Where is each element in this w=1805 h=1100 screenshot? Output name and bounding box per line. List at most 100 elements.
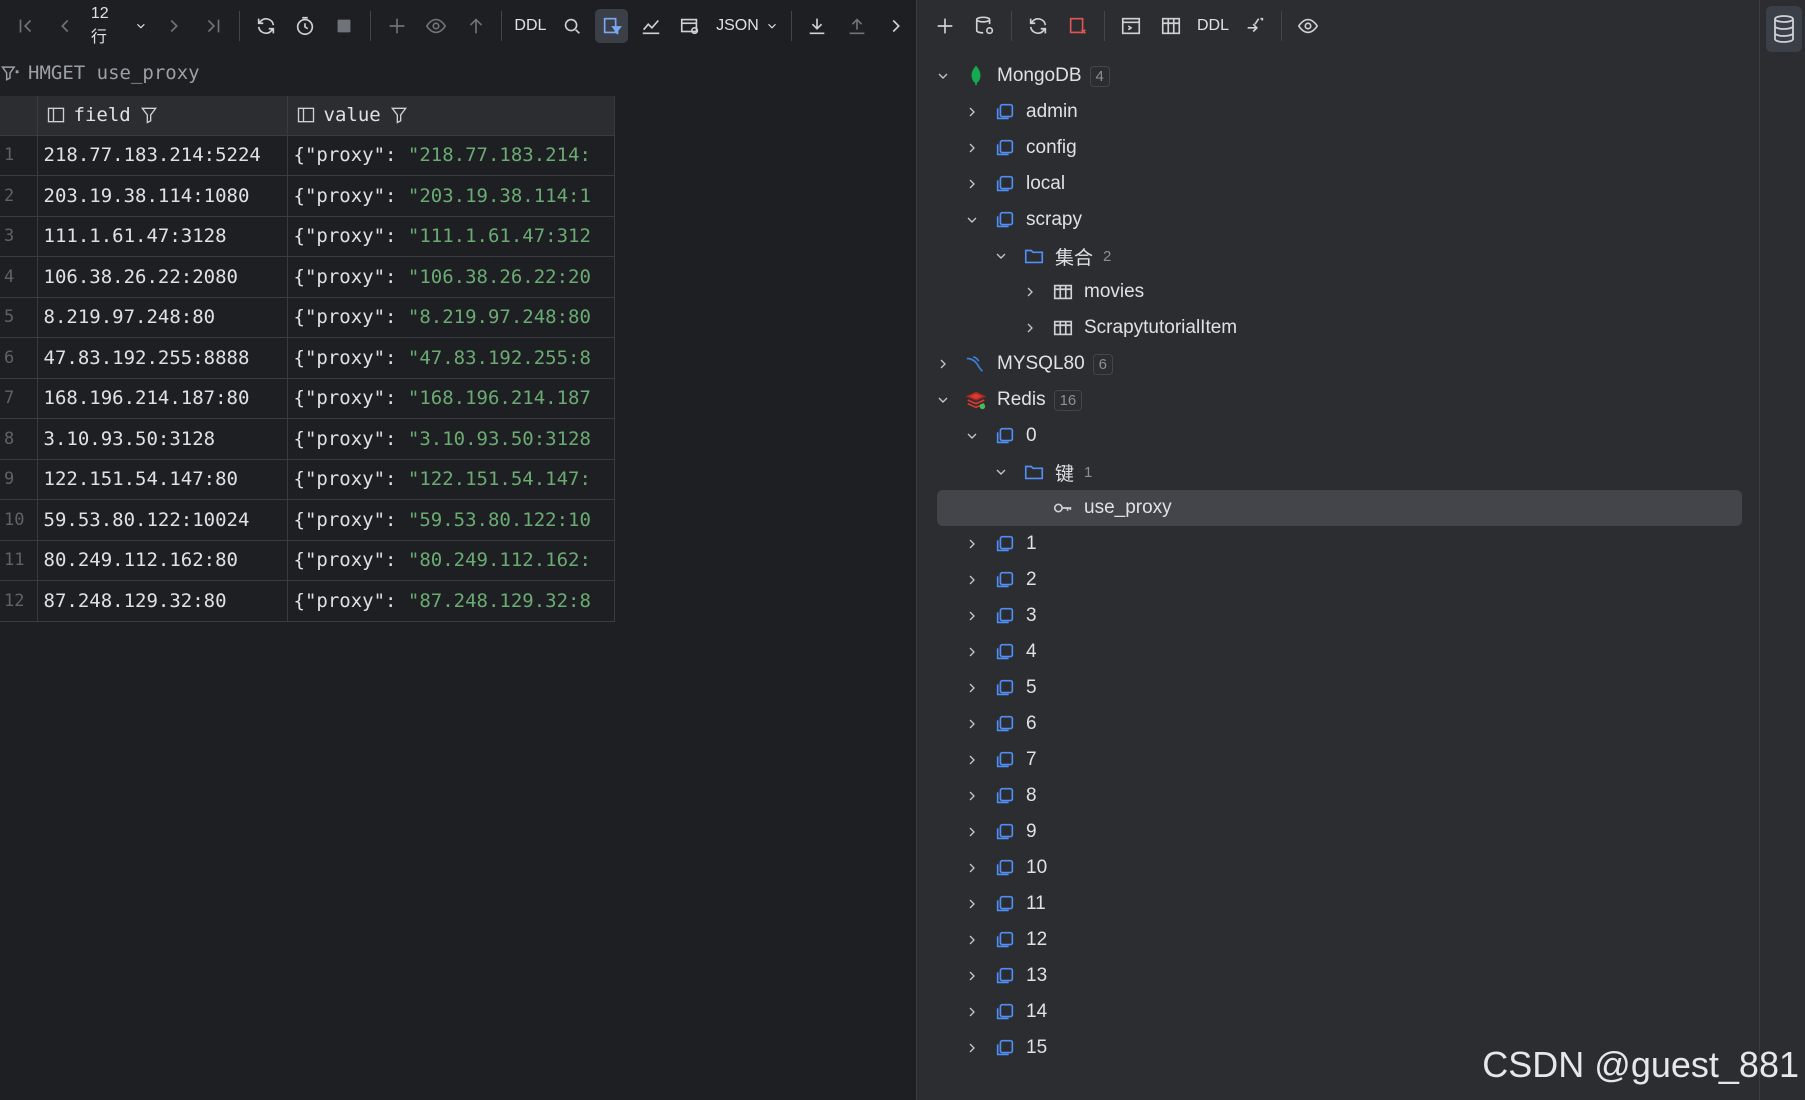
field-cell[interactable]: 87.248.129.32:80: [37, 580, 288, 622]
chevron-right-icon[interactable]: [964, 968, 980, 984]
chevron-right-icon[interactable]: [964, 140, 980, 156]
tree-node[interactable]: ScrapytutorialItem: [917, 310, 1760, 346]
tree-node[interactable]: 9: [917, 814, 1760, 850]
table-row[interactable]: 1 218.77.183.214:5224 {"proxy": "218.77.18…: [0, 135, 615, 176]
refresh-button[interactable]: [1021, 9, 1055, 43]
chart-button[interactable]: [634, 9, 667, 43]
chevron-down-icon[interactable]: [935, 392, 951, 408]
ddl-button[interactable]: DDL: [1191, 9, 1235, 43]
value-cell[interactable]: {"proxy": "122.151.54.147:: [287, 459, 615, 500]
field-cell[interactable]: 168.196.214.187:80: [37, 378, 288, 419]
chevron-down-icon[interactable]: [935, 68, 951, 84]
tree-node[interactable]: 1: [917, 526, 1760, 562]
next-page-button[interactable]: [157, 9, 190, 43]
chevron-right-icon[interactable]: [964, 860, 980, 876]
tree-node[interactable]: MYSQL80 6: [917, 346, 1760, 382]
chevron-down-icon[interactable]: [964, 212, 980, 228]
tree-node[interactable]: 13: [917, 958, 1760, 994]
history-button[interactable]: [288, 9, 321, 43]
search-button[interactable]: [555, 9, 588, 43]
chevron-down-icon[interactable]: [993, 248, 1009, 264]
chevron-right-icon[interactable]: [964, 572, 980, 588]
tree-node[interactable]: 12: [917, 922, 1760, 958]
table-row[interactable]: 10 59.53.80.122:10024 {"proxy": "59.53.80.…: [0, 499, 615, 541]
export-button[interactable]: [840, 9, 873, 43]
stop-button[interactable]: [328, 9, 361, 43]
table-row[interactable]: 7 168.196.214.187:80 {"proxy": "168.196.21…: [0, 378, 615, 419]
data-source-properties-button[interactable]: [968, 9, 1002, 43]
tree-node[interactable]: 8: [917, 778, 1760, 814]
value-cell[interactable]: {"proxy": "8.219.97.248:80: [287, 297, 615, 338]
chevron-right-icon[interactable]: [964, 932, 980, 948]
field-cell[interactable]: 47.83.192.255:8888: [37, 337, 288, 379]
field-cell[interactable]: 203.19.38.114:1080: [37, 175, 288, 217]
chevron-right-icon[interactable]: [964, 104, 980, 120]
table-row[interactable]: 2 203.19.38.114:1080 {"proxy": "203.19.38.…: [0, 175, 615, 217]
jump-button[interactable]: [1238, 9, 1272, 43]
field-cell[interactable]: 59.53.80.122:10024: [37, 499, 288, 541]
chevron-right-icon[interactable]: [964, 824, 980, 840]
tree-node[interactable]: 5: [917, 670, 1760, 706]
table-row[interactable]: 9 122.151.54.147:80 {"proxy": "122.151.54.…: [0, 459, 615, 500]
database-tool-button[interactable]: [1766, 6, 1802, 52]
field-cell[interactable]: 3.10.93.50:3128: [37, 418, 288, 460]
chevron-right-icon[interactable]: [964, 680, 980, 696]
field-cell[interactable]: 218.77.183.214:5224: [37, 135, 288, 176]
table-row[interactable]: 6 47.83.192.255:8888 {"proxy": "47.83.192.…: [0, 337, 615, 379]
field-cell[interactable]: 8.219.97.248:80: [37, 297, 288, 338]
chevron-right-icon[interactable]: [964, 1004, 980, 1020]
field-cell[interactable]: 122.151.54.147:80: [37, 459, 288, 500]
tree-node[interactable]: 集合 2: [917, 238, 1760, 274]
table-row[interactable]: 12 87.248.129.32:80 {"proxy": "87.248.129.…: [0, 580, 615, 622]
tree-node[interactable]: 键1: [917, 454, 1760, 490]
tree-node[interactable]: local: [917, 166, 1760, 202]
table-view-button[interactable]: [1154, 9, 1188, 43]
tree-node[interactable]: 7: [917, 742, 1760, 778]
table-row[interactable]: 11 80.249.112.162:80 {"proxy": "80.249.112…: [0, 540, 615, 581]
view-settings-button[interactable]: [674, 9, 707, 43]
chevron-right-icon[interactable]: [964, 536, 980, 552]
format-selector[interactable]: JSON: [710, 9, 785, 43]
value-cell[interactable]: {"proxy": "47.83.192.255:8: [287, 337, 615, 379]
tree-node[interactable]: 0: [917, 418, 1760, 454]
filter-icon[interactable]: [389, 105, 409, 125]
field-cell[interactable]: 106.38.26.22:2080: [37, 256, 288, 298]
tree-node[interactable]: 3: [917, 598, 1760, 634]
table-row[interactable]: 4 106.38.26.22:2080 {"proxy": "106.38.26.2…: [0, 256, 615, 298]
chevron-right-icon[interactable]: [964, 788, 980, 804]
chevron-right-icon[interactable]: [1022, 320, 1038, 336]
tree-node[interactable]: admin: [917, 94, 1760, 130]
add-row-button[interactable]: [380, 9, 413, 43]
filter-icon[interactable]: [139, 105, 159, 125]
tree-node[interactable]: 14: [917, 994, 1760, 1030]
value-cell[interactable]: {"proxy": "218.77.183.214:: [287, 135, 615, 176]
more-button[interactable]: [880, 9, 913, 43]
value-cell[interactable]: {"proxy": "203.19.38.114:1: [287, 175, 615, 217]
chevron-right-icon[interactable]: [964, 1040, 980, 1056]
tree-node[interactable]: 6: [917, 706, 1760, 742]
rows-selector[interactable]: 12 行: [85, 5, 154, 46]
tree-node[interactable]: config: [917, 130, 1760, 166]
disconnect-button[interactable]: [1061, 9, 1095, 43]
chevron-right-icon[interactable]: [964, 176, 980, 192]
refresh-button[interactable]: [249, 9, 282, 43]
field-cell[interactable]: 80.249.112.162:80: [37, 540, 288, 581]
chevron-right-icon[interactable]: [1022, 284, 1038, 300]
tree-node[interactable]: 2: [917, 562, 1760, 598]
chevron-right-icon[interactable]: [964, 644, 980, 660]
import-button[interactable]: [801, 9, 834, 43]
chevron-down-icon[interactable]: [993, 464, 1009, 480]
tree-node[interactable]: 11: [917, 886, 1760, 922]
submit-button[interactable]: [459, 9, 492, 43]
chevron-right-icon[interactable]: [964, 896, 980, 912]
last-page-button[interactable]: [197, 9, 230, 43]
tree-node[interactable]: 10: [917, 850, 1760, 886]
value-cell[interactable]: {"proxy": "80.249.112.162:: [287, 540, 615, 581]
query-filter[interactable]: HMGET use_proxy: [0, 58, 200, 88]
tree-node[interactable]: scrapy: [917, 202, 1760, 238]
chevron-right-icon[interactable]: [935, 356, 951, 372]
chevron-right-icon[interactable]: [964, 608, 980, 624]
value-cell[interactable]: {"proxy": "87.248.129.32:8: [287, 580, 615, 622]
field-cell[interactable]: 111.1.61.47:3128: [37, 216, 288, 257]
tree-node[interactable]: use_proxy: [937, 490, 1742, 526]
